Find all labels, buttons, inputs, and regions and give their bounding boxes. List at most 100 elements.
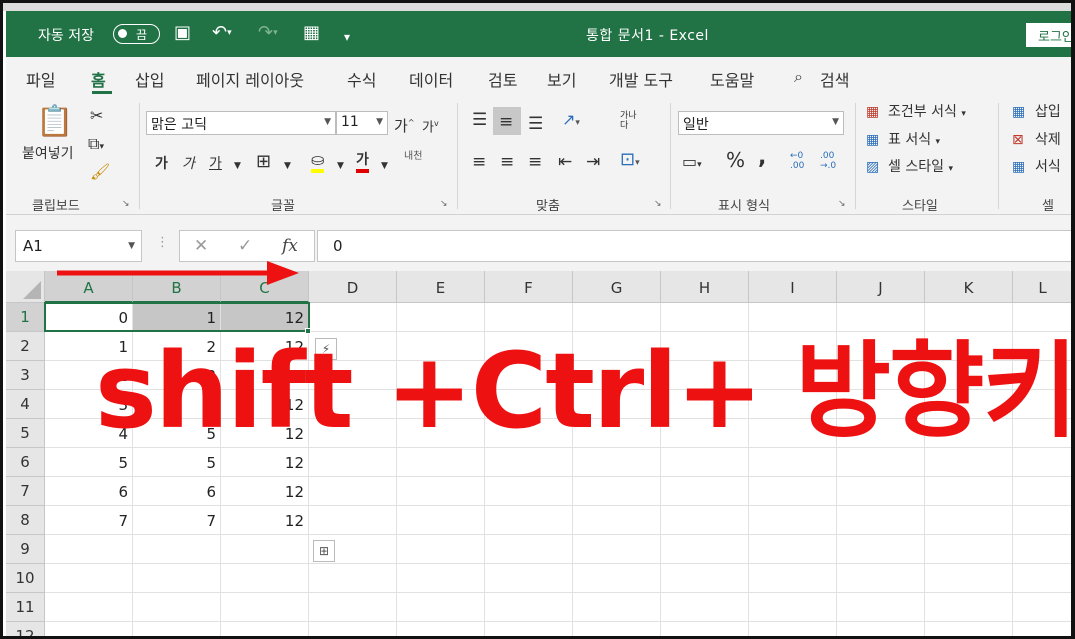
row-header-7[interactable]: 7 [6,477,45,506]
cell-d11[interactable] [309,593,397,622]
shrink-font-button[interactable]: 가v [422,115,439,137]
cell-a11[interactable] [45,593,133,622]
alignment-launcher-icon[interactable]: ↘ [654,199,662,209]
cell-k7[interactable] [925,477,1013,506]
cell-d10[interactable] [309,564,397,593]
search-icon[interactable]: ⌕ [794,67,803,87]
cell-h10[interactable] [661,564,749,593]
cell-l11[interactable] [1013,593,1071,622]
paste-icon[interactable]: 📋 [36,105,73,139]
chevron-down-icon[interactable]: ▼ [337,157,344,175]
tab-insert[interactable]: 삽입 [135,67,164,91]
cell-b10[interactable] [133,564,221,593]
cell-k11[interactable] [925,593,1013,622]
row-header-9[interactable]: 9 [6,535,45,564]
cell-c11[interactable] [221,593,309,622]
cell-j7[interactable] [837,477,925,506]
redo-icon[interactable]: ↷▾ [258,23,278,43]
cell-f9[interactable] [485,535,573,564]
cell-i9[interactable] [749,535,837,564]
row-header-1[interactable]: 1 [6,303,45,332]
cell-f11[interactable] [485,593,573,622]
cell-a7[interactable]: 6 [45,477,133,506]
align-center-icon[interactable]: ≡ [500,153,514,171]
underline-button[interactable]: 가 [209,155,222,173]
column-header-k[interactable]: K [925,271,1013,303]
customize-qat-icon[interactable]: ▾ [344,27,350,47]
cell-a12[interactable] [45,622,133,636]
cell-l12[interactable] [1013,622,1071,636]
cell-g12[interactable] [573,622,661,636]
cell-b9[interactable] [133,535,221,564]
orientation-icon[interactable]: ↗▾ [562,111,580,132]
align-top-icon[interactable]: ☰ [472,111,487,129]
cell-l10[interactable] [1013,564,1071,593]
cell-e9[interactable] [397,535,485,564]
row-header-6[interactable]: 6 [6,448,45,477]
align-bottom-icon[interactable]: ☰ [528,115,543,133]
autosave-toggle[interactable]: 끔 [113,24,160,44]
cell-k12[interactable] [925,622,1013,636]
column-header-l[interactable]: L [1013,271,1071,303]
cell-h8[interactable] [661,506,749,535]
number-format-combo[interactable]: 일반 ▼ [678,111,844,135]
cell-h12[interactable] [661,622,749,636]
tab-developer[interactable]: 개발 도구 [609,67,673,91]
cell-style-button[interactable]: 셀 스타일 ▾ [888,158,953,178]
auto-fill-options-icon[interactable]: ⊞ [313,540,335,562]
cut-icon[interactable]: ✂ [90,107,103,125]
chevron-down-icon[interactable]: ▼ [234,157,241,175]
formula-bar-grip-icon[interactable]: ⋮ [156,235,169,250]
cell-b7[interactable]: 6 [133,477,221,506]
insert-function-icon[interactable]: fx [282,236,298,256]
column-header-d[interactable]: D [309,271,397,303]
align-right-icon[interactable]: ≡ [528,153,542,171]
italic-button[interactable]: 가 [182,155,195,173]
row-header-4[interactable]: 4 [6,390,45,419]
tab-view[interactable]: 보기 [547,67,576,91]
font-size-combo[interactable]: 11 ▼ [336,111,388,135]
cell-i12[interactable] [749,622,837,636]
enter-icon[interactable]: ✓ [238,236,252,256]
column-header-i[interactable]: I [749,271,837,303]
cell-e11[interactable] [397,593,485,622]
chevron-down-icon[interactable]: ▼ [284,157,291,175]
increase-indent-icon[interactable]: ⇥ [586,153,600,171]
cell-d12[interactable] [309,622,397,636]
cell-e12[interactable] [397,622,485,636]
cell-a10[interactable] [45,564,133,593]
select-all-button[interactable] [6,271,45,303]
fill-color-icon[interactable]: ⛀ [311,151,325,173]
delete-cells-button[interactable]: 삭제 [1035,131,1061,149]
cell-g9[interactable] [573,535,661,564]
conditional-format-icon[interactable]: ▦ [866,103,879,121]
cancel-icon[interactable]: ✕ [194,236,208,256]
table-format-button[interactable]: 표 서식 ▾ [888,131,940,151]
format-cells-icon[interactable]: ▦ [1012,158,1025,176]
tab-data[interactable]: 데이터 [409,67,453,91]
cell-d7[interactable] [309,477,397,506]
column-header-h[interactable]: H [661,271,749,303]
bold-button[interactable]: 가 [155,155,168,173]
number-launcher-icon[interactable]: ↘ [838,199,846,209]
cell-c8[interactable]: 12 [221,506,309,535]
cell-i11[interactable] [749,593,837,622]
font-name-combo[interactable]: 맑은 고딕 ▼ [146,111,336,135]
cell-k9[interactable] [925,535,1013,564]
cell-j9[interactable] [837,535,925,564]
form-icon[interactable]: ▦ [303,23,320,43]
border-icon[interactable]: ⊞ [256,153,271,171]
percent-icon[interactable]: % [726,150,745,170]
cell-l8[interactable] [1013,506,1071,535]
column-header-e[interactable]: E [397,271,485,303]
row-header-2[interactable]: 2 [6,332,45,361]
cell-b8[interactable]: 7 [133,506,221,535]
column-header-j[interactable]: J [837,271,925,303]
cell-h7[interactable] [661,477,749,506]
column-header-f[interactable]: F [485,271,573,303]
cell-g7[interactable] [573,477,661,506]
cell-a9[interactable] [45,535,133,564]
comma-icon[interactable]: , [758,147,766,169]
phonetic-button[interactable]: 내천 [404,151,428,162]
table-format-icon[interactable]: ▦ [866,131,879,149]
